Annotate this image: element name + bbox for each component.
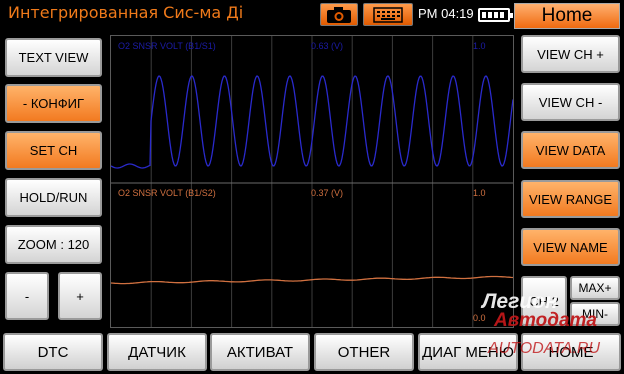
ch1-value: 0.63 (V) xyxy=(311,41,344,51)
config-button[interactable]: - КОНФИГ xyxy=(5,84,102,123)
ch2-min: 0.0 xyxy=(473,313,486,323)
camera-icon xyxy=(327,6,351,23)
view-data-button[interactable]: VIEW DATA xyxy=(521,131,620,169)
ch2-max: 1.0 xyxy=(473,188,486,198)
clock: PM 04:19 xyxy=(418,6,474,21)
home-top-button[interactable]: Home xyxy=(514,3,620,29)
zoom-plus-button[interactable]: + xyxy=(58,272,102,320)
hold-run-button[interactable]: HOLD/RUN xyxy=(5,178,102,217)
dtc-button[interactable]: DTC xyxy=(3,333,103,371)
watermark-logo-line2: Автодата xyxy=(494,310,597,331)
other-button[interactable]: OTHER xyxy=(314,333,414,371)
ch2-value: 0.37 (V) xyxy=(311,188,344,198)
battery-icon xyxy=(478,8,513,22)
graph-panel: O2 SNSR VOLT (B1/S1) 0.63 (V) 1.0 O2 SNS… xyxy=(110,35,514,328)
set-ch-button[interactable]: SET CH xyxy=(5,131,102,170)
keyboard-button[interactable] xyxy=(363,3,413,26)
view-range-button[interactable]: VIEW RANGE xyxy=(521,180,620,218)
activate-button[interactable]: АКТИВАТ xyxy=(210,333,310,371)
graph-grid xyxy=(150,36,474,327)
view-ch-minus-button[interactable]: VIEW CH - xyxy=(521,83,620,121)
view-ch-plus-button[interactable]: VIEW CH + xyxy=(521,35,620,73)
sensor-button[interactable]: ДАТЧИК xyxy=(107,333,207,371)
keyboard-icon xyxy=(373,6,403,23)
view-name-button[interactable]: VIEW NAME xyxy=(521,228,620,266)
camera-button[interactable] xyxy=(320,3,358,26)
graph-canvas xyxy=(111,36,513,327)
text-view-button[interactable]: TEXT VIEW xyxy=(5,38,102,77)
app-title: Интегрированная Сис-ма Ді xyxy=(8,3,244,22)
watermark-url: AUTODATA.RU xyxy=(488,340,601,357)
ch1-name: O2 SNSR VOLT (B1/S1) xyxy=(118,41,216,51)
zoom-minus-button[interactable]: - xyxy=(5,272,49,320)
ch1-max: 1.0 xyxy=(473,41,486,51)
max-plus-button[interactable]: MAX+ xyxy=(570,276,620,300)
zoom-button[interactable]: ZOOM : 120 xyxy=(5,225,102,264)
ch2-name: O2 SNSR VOLT (B1/S2) xyxy=(118,188,216,198)
